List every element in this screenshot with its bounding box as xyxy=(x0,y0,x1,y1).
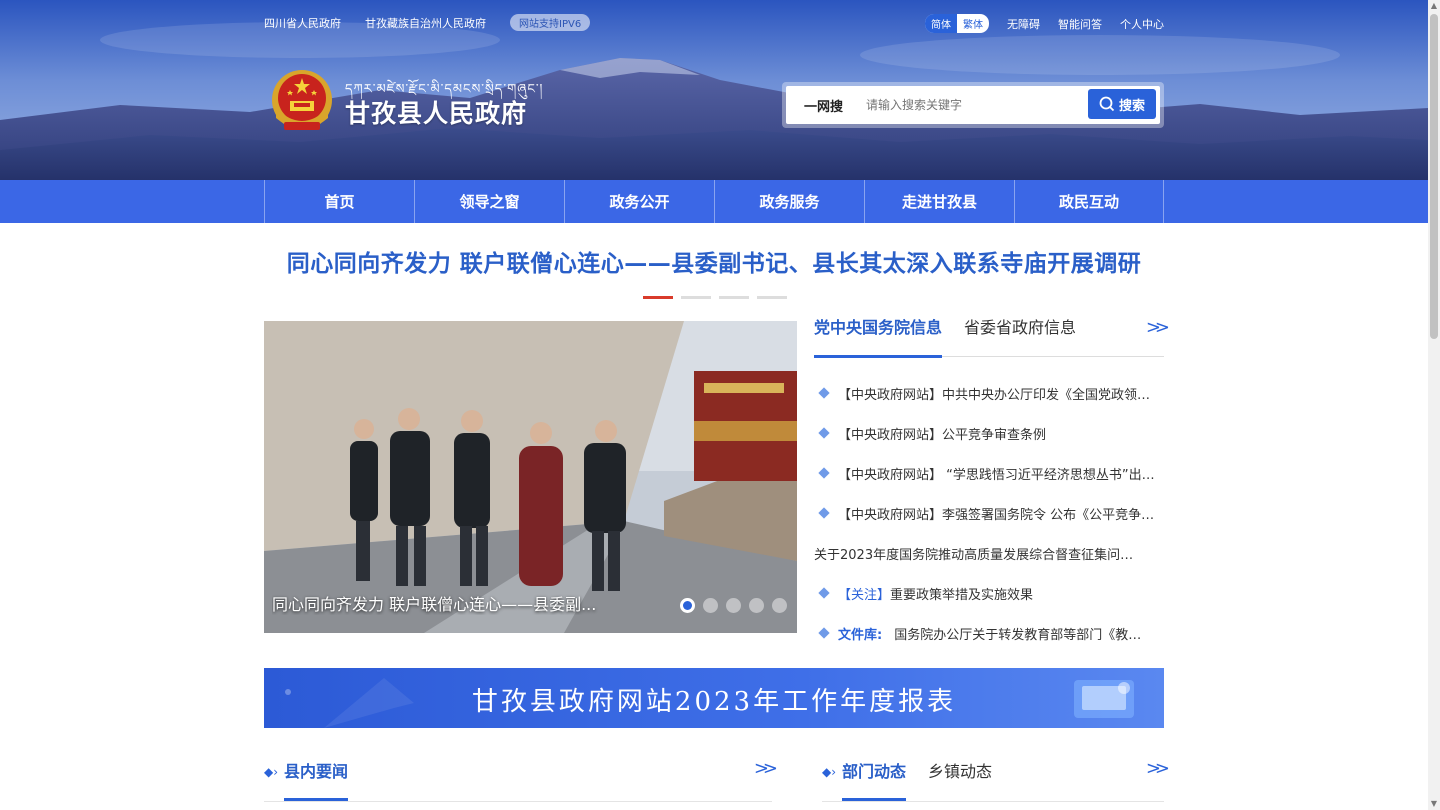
diamond-bullet-icon xyxy=(818,587,830,599)
scrollbar-thumb[interactable] xyxy=(1430,14,1438,339)
tab-township-news[interactable]: 乡镇动态 xyxy=(928,752,992,792)
more-chevron-icon[interactable]: >> xyxy=(754,758,778,779)
site-title[interactable]: 甘孜县人民政府 xyxy=(345,94,527,130)
accessibility-link[interactable]: 无障碍 xyxy=(1007,16,1040,32)
county-news-section: ◆› 县内要闻 >> xyxy=(264,752,778,802)
section-arrow-icon: ◆› xyxy=(822,765,837,779)
headline-pager-dot[interactable] xyxy=(643,296,673,299)
headline-pager-dot[interactable] xyxy=(681,296,711,299)
diamond-bullet-icon xyxy=(818,627,830,639)
search-button-label: 搜索 xyxy=(1118,98,1145,114)
slide-caption[interactable]: 同心同向齐发力 联户联僧心连心——县委副... xyxy=(272,591,652,615)
tab-department-news[interactable]: 部门动态 xyxy=(842,752,907,801)
nav-item-interaction[interactable]: 政民互动 xyxy=(1014,180,1164,223)
nav-item-gov-affairs[interactable]: 政务公开 xyxy=(564,180,714,223)
search-icon xyxy=(1099,96,1115,112)
list-item[interactable]: 【中央政府网站】李强签署国务院令 公布《公平竞争审查条例》 xyxy=(814,493,1164,533)
slide-dot[interactable] xyxy=(749,598,764,613)
headline-pager-dot[interactable] xyxy=(757,296,787,299)
scroll-down-icon[interactable]: ▼ xyxy=(1430,800,1438,808)
news-slider[interactable]: 同心同向齐发力 联户联僧心连心——县委副... xyxy=(264,321,797,633)
headline-pager-dot[interactable] xyxy=(719,296,749,299)
nav-item-gov-services[interactable]: 政务服务 xyxy=(714,180,864,223)
search-box: 一网搜 搜索 xyxy=(782,82,1164,128)
search-button[interactable]: 搜索 xyxy=(1088,89,1156,119)
slide-pager xyxy=(680,598,787,613)
list-item[interactable]: 【中央政府网站】公平竞争审查条例 xyxy=(814,413,1164,453)
focus-tag: 【关注】 xyxy=(838,587,891,603)
slide-photo xyxy=(264,321,797,633)
nav-item-leaders[interactable]: 领导之窗 xyxy=(414,180,564,223)
slide-dot[interactable] xyxy=(703,598,718,613)
diamond-bullet-icon xyxy=(818,467,830,479)
section-arrow-icon: ◆› xyxy=(264,765,279,779)
more-chevron-icon[interactable]: >> xyxy=(1146,758,1170,779)
banner-title: 甘孜县政府网站2023年工作年度报表 xyxy=(471,687,957,717)
list-item[interactable]: 【关注】 重要政策举措及实施效果 xyxy=(814,573,1164,613)
file-library-tag: 文件库: xyxy=(838,627,883,643)
tab-central-gov-info[interactable]: 党中央国务院信息 xyxy=(814,313,943,358)
diamond-bullet-icon xyxy=(818,507,830,519)
search-label: 一网搜 xyxy=(804,99,844,115)
lang-traditional-button[interactable]: 繁体 xyxy=(957,14,989,33)
header-hero: 四川省人民政府 甘孜藏族自治州人民政府 网站支持IPV6 简体 繁体 无障碍 智… xyxy=(0,0,1428,180)
diamond-bullet-icon xyxy=(818,387,830,399)
scrollbar[interactable]: ▲ ▼ xyxy=(1428,0,1440,810)
news-panel: 党中央国务院信息 省委省政府信息 >> 【中央政府网站】中共中央办公厅印发《全国… xyxy=(814,313,1170,643)
headline-news[interactable]: 同心同向齐发力 联户联僧心连心——县委副书记、县长其太深入联系寺庙开展调研 xyxy=(264,244,1164,278)
lang-simplified-button[interactable]: 简体 xyxy=(925,14,957,33)
ipv6-badge: 网站支持IPV6 xyxy=(510,14,591,31)
tab-county-news[interactable]: 县内要闻 xyxy=(284,752,349,801)
nav-item-home[interactable]: 首页 xyxy=(264,180,414,223)
slide-dot[interactable] xyxy=(726,598,741,613)
slide-dot[interactable] xyxy=(680,598,695,613)
annual-report-banner[interactable]: 甘孜县政府网站2023年工作年度报表 xyxy=(264,668,1164,728)
list-item[interactable]: 文件库:国务院办公厅关于转发教育部等部门《教育强国建设规划纲要》的通知 xyxy=(814,613,1164,653)
national-emblem-icon[interactable] xyxy=(270,68,334,136)
list-item[interactable]: 【中央政府网站】中共中央办公厅印发《全国党政领导班子建设规划纲要》 xyxy=(814,373,1164,413)
smart-qa-link[interactable]: 智能问答 xyxy=(1058,16,1102,32)
department-news-section: ◆› 部门动态 乡镇动态 >> xyxy=(822,752,1170,802)
diamond-bullet-icon xyxy=(818,427,830,439)
list-item[interactable]: 【中央政府网站】 “学思践悟习近平经济思想丛书”出版发行 xyxy=(814,453,1164,493)
scroll-up-icon[interactable]: ▲ xyxy=(1430,2,1438,10)
more-chevron-icon[interactable]: >> xyxy=(1146,317,1170,338)
slide-dot[interactable] xyxy=(772,598,787,613)
tab-provincial-gov-info[interactable]: 省委省政府信息 xyxy=(964,313,1076,357)
language-switch: 简体 繁体 xyxy=(925,14,989,33)
user-center-link[interactable]: 个人中心 xyxy=(1120,16,1164,32)
link-ganzi-prefecture-gov[interactable]: 甘孜藏族自治州人民政府 xyxy=(365,15,486,31)
nav-item-about-county[interactable]: 走进甘孜县 xyxy=(864,180,1014,223)
headline-pager xyxy=(643,296,787,299)
link-sichuan-gov[interactable]: 四川省人民政府 xyxy=(264,15,341,31)
main-nav: 首页 领导之窗 政务公开 政务服务 走进甘孜县 政民互动 xyxy=(0,180,1428,223)
list-item[interactable]: 关于2023年度国务院推动高质量发展综合督查征集问题线索的公告 xyxy=(814,533,1164,573)
